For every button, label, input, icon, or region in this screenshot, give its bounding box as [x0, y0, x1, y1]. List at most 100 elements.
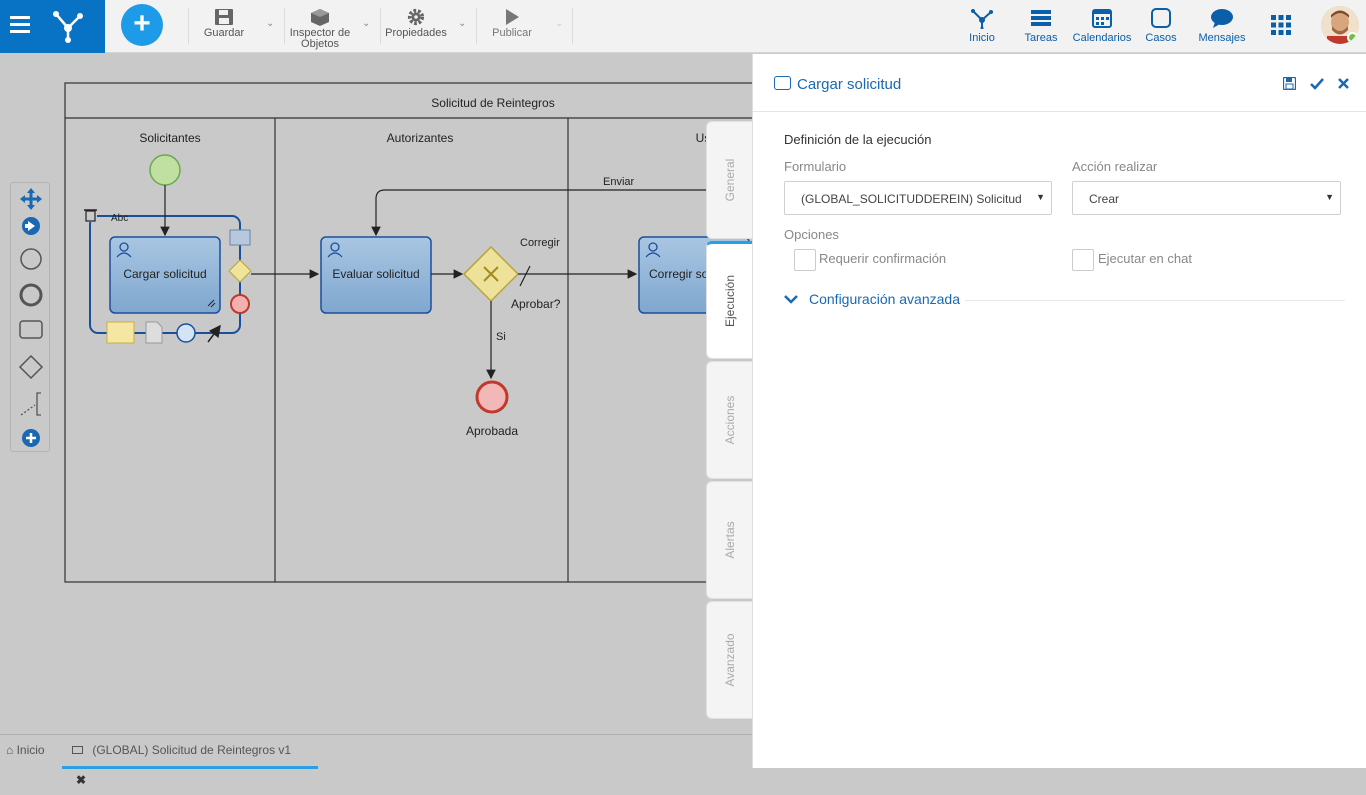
properties-dropdown-chevron-icon[interactable]: ⌄ [458, 18, 466, 29]
nav-cases[interactable]: Casos [1142, 0, 1180, 53]
lane-solicitantes: Solicitantes [139, 131, 200, 145]
nav-tasks[interactable]: Tareas [1020, 0, 1062, 53]
flow-si-label: Si [496, 331, 506, 343]
section-title: Definición de la ejecución [784, 132, 932, 147]
publish-dropdown-chevron-icon[interactable]: ⌄ [555, 18, 563, 29]
edit-label-text[interactable]: Abc [111, 213, 128, 224]
tab-acciones-label: Acciones [723, 395, 737, 445]
more-tools-icon[interactable] [22, 429, 40, 447]
publish-button[interactable]: Publicar [484, 0, 540, 53]
start-event[interactable] [149, 154, 181, 186]
object-inspector-button[interactable]: Inspector de Objetos [286, 0, 354, 53]
connector-tool-icon[interactable] [22, 217, 40, 235]
close-tab-icon[interactable]: ✖ [76, 773, 86, 787]
properties-button[interactable]: Propiedades [382, 0, 450, 53]
brand-area [0, 0, 105, 53]
chat-checkbox[interactable] [1072, 249, 1094, 271]
apps-grid-icon[interactable] [1271, 15, 1291, 35]
bottom-tab-home[interactable]: ⌂ Inicio [0, 735, 51, 769]
end-event-tool-icon[interactable] [19, 283, 43, 307]
tab-acciones[interactable]: Acciones [706, 361, 753, 479]
start-event-tool-icon[interactable] [20, 248, 42, 270]
save-dropdown-chevron-icon[interactable]: ⌄ [266, 18, 274, 29]
nav-tasks-label: Tareas [1024, 32, 1058, 44]
check-icon[interactable] [1310, 77, 1324, 90]
gear-icon [407, 8, 425, 26]
tab-avanzado[interactable]: Avanzado [706, 601, 753, 719]
pad-end-event-icon[interactable] [230, 294, 250, 314]
nav-calendars-label: Calendarios [1072, 32, 1132, 44]
flow-enviar-label: Enviar [603, 176, 635, 188]
tab-general[interactable]: General [706, 121, 753, 239]
bottom-tab-document[interactable]: (GLOBAL) Solicitud de Reintegros v1 ✖ [62, 735, 318, 787]
chevron-down-icon-2: ▼ [1325, 192, 1334, 202]
options-label: Opciones [784, 227, 839, 242]
save-icon [215, 9, 233, 25]
lane-autorizantes: Autorizantes [387, 131, 454, 145]
task-tool-icon[interactable] [19, 320, 43, 339]
nav-calendars[interactable]: Calendarios [1070, 0, 1134, 53]
advanced-config-toggle[interactable]: Configuración avanzada [809, 291, 960, 307]
action-label: Acción realizar [1072, 159, 1158, 174]
save-button[interactable]: Guardar [198, 0, 250, 53]
tab-alertas-label: Alertas [723, 521, 737, 559]
confirm-checkbox[interactable] [794, 249, 816, 271]
nav-home-label: Inicio [969, 32, 995, 44]
properties-vertical-tabs: General Ejecución Acciones Alertas Avanz… [706, 121, 753, 721]
action-select[interactable]: Crear ▼ [1072, 181, 1341, 215]
pad-intermediate-event-icon[interactable] [176, 323, 196, 343]
online-status-dot [1347, 32, 1358, 43]
nav-cases-label: Casos [1145, 32, 1177, 44]
form-label: Formulario [784, 159, 847, 174]
task-shape-icon [774, 76, 791, 90]
tab-ejecucion[interactable]: Ejecución [706, 241, 753, 359]
bottom-doc-label: (GLOBAL) Solicitud de Reintegros v1 [92, 743, 292, 757]
move-tool-icon[interactable] [20, 188, 42, 210]
add-button[interactable]: + [121, 4, 163, 46]
document-icon [72, 746, 83, 754]
save-label: Guardar [203, 27, 245, 39]
properties-label: Propiedades [385, 27, 447, 39]
home-icon: ⌂ [6, 743, 14, 757]
task-evaluar-label: Evaluar solicitud [332, 267, 419, 281]
hamburger-menu-icon[interactable] [10, 16, 30, 33]
nav-messages-label: Mensajes [1198, 32, 1246, 44]
panel-header: Cargar solicitud [753, 54, 1366, 112]
end-event[interactable] [475, 380, 509, 414]
pad-data-object-icon[interactable] [145, 321, 163, 344]
publish-label: Publicar [492, 27, 532, 39]
panel-title: Cargar solicitud [797, 76, 902, 93]
save-icon-small[interactable] [1283, 77, 1296, 90]
annotation-tool-icon[interactable] [20, 392, 41, 416]
inspector-label-2: Objetos [301, 38, 339, 50]
diagram-canvas[interactable]: Solicitud de Reintegros Solicitantes Aut… [0, 54, 752, 734]
form-select-value: (GLOBAL_SOLICITUDDEREIN) Solicitud [801, 192, 1022, 206]
pad-gateway-icon[interactable] [228, 259, 252, 283]
calendar-icon [1092, 9, 1112, 28]
cases-icon [1151, 8, 1171, 28]
pad-annotation-icon[interactable] [106, 321, 135, 344]
tasks-icon [1031, 10, 1051, 26]
properties-panel: Cargar solicitud Definición de la ejecuc… [752, 54, 1366, 768]
confirm-checkbox-label: Requerir confirmación [819, 251, 947, 266]
inspector-dropdown-chevron-icon[interactable]: ⌄ [362, 18, 370, 29]
logo-icon[interactable] [50, 8, 86, 44]
task-cargar-label: Cargar solicitud [123, 267, 206, 281]
play-icon [506, 9, 519, 25]
nav-messages[interactable]: Mensajes [1194, 0, 1250, 53]
task-corregir-label: Corregir so [649, 267, 709, 281]
form-select[interactable]: (GLOBAL_SOLICITUDDEREIN) Solicitud ▼ [784, 181, 1052, 215]
chevron-down-icon-adv[interactable] [784, 294, 798, 304]
user-avatar[interactable] [1321, 6, 1359, 44]
tab-avanzado-label: Avanzado [723, 633, 737, 687]
gateway-tool-icon[interactable] [18, 354, 44, 380]
pad-task-icon[interactable] [229, 229, 251, 246]
bpmn-diagram[interactable]: Solicitud de Reintegros Solicitantes Aut… [0, 54, 752, 734]
tab-alertas[interactable]: Alertas [706, 481, 753, 599]
nav-home[interactable]: Inicio [962, 0, 1002, 53]
bottom-tabs: ⌂ Inicio (GLOBAL) Solicitud de Reintegro… [0, 734, 752, 787]
advanced-divider [965, 300, 1345, 301]
pool-title: Solicitud de Reintegros [431, 96, 554, 110]
close-icon[interactable] [1338, 78, 1349, 89]
chevron-down-icon: ▼ [1036, 192, 1045, 202]
